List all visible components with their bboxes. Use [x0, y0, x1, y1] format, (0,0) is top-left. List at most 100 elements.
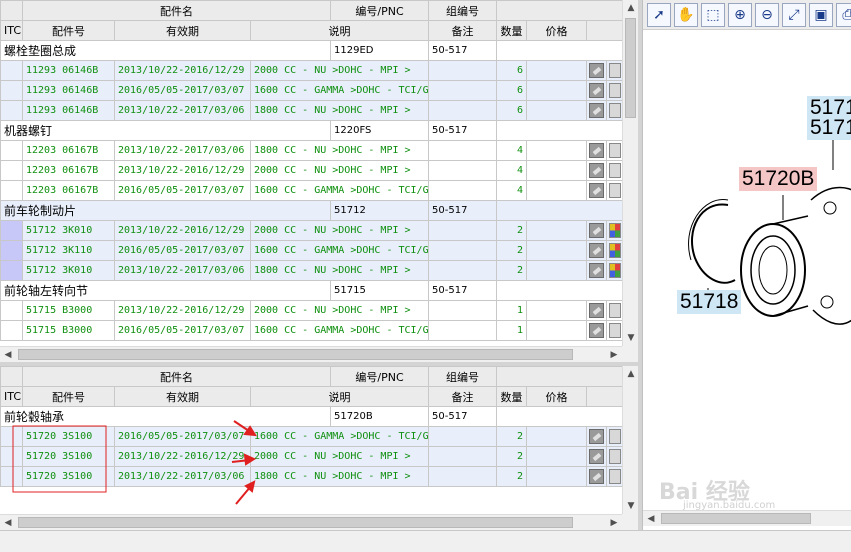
header-remark[interactable]: 备注	[428, 386, 498, 407]
table-row[interactable]: 12203 06167B 2013/10/22-2017/03/06 1800 …	[0, 140, 622, 161]
detail-icon[interactable]	[608, 103, 621, 118]
bottom-horizontal-scrollbar[interactable]: ◀ ▶	[0, 514, 622, 530]
table-row[interactable]: 51712 3K010 2013/10/22-2016/12/29 2000 C…	[0, 220, 622, 241]
part-no-cell[interactable]: 51712 3K010	[22, 260, 115, 281]
print-icon[interactable]: ⎙	[836, 3, 851, 27]
detail-action[interactable]	[606, 300, 622, 321]
header-remark[interactable]: 备注	[428, 20, 498, 41]
edit-action[interactable]	[586, 240, 608, 261]
scroll-right-arrow-icon[interactable]: ▶	[606, 347, 622, 362]
eraser-icon[interactable]	[589, 63, 605, 78]
diagram-horizontal-scrollbar[interactable]: ◀	[643, 510, 851, 526]
detail-icon[interactable]	[608, 449, 621, 464]
detail-icon[interactable]	[608, 163, 621, 178]
table-row[interactable]: 51720 3S100 2013/10/22-2016/12/29 2000 C…	[0, 446, 622, 467]
header-price[interactable]: 价格	[526, 386, 588, 407]
edit-action[interactable]	[586, 260, 608, 281]
part-no-cell[interactable]: 51720 3S100	[22, 446, 115, 467]
table-row[interactable]: 51715 B3000 2013/10/22-2016/12/29 2000 C…	[0, 300, 622, 321]
part-no-cell[interactable]: 11293 06146B	[22, 80, 115, 101]
eraser-icon[interactable]	[589, 469, 605, 484]
header-pnc[interactable]: 编号/PNC	[330, 366, 430, 387]
top-horizontal-scroll-thumb[interactable]	[18, 349, 573, 360]
edit-action[interactable]	[586, 300, 608, 321]
detail-action[interactable]	[606, 466, 622, 487]
edit-action[interactable]	[586, 80, 608, 101]
header-part-name[interactable]: 配件名	[21, 0, 332, 21]
eraser-icon[interactable]	[589, 449, 605, 464]
edit-action[interactable]	[586, 426, 608, 447]
detail-icon[interactable]	[608, 469, 621, 484]
header-group-no[interactable]: 组编号	[428, 0, 498, 21]
steering-knuckle-drawing[interactable]	[810, 186, 851, 325]
scroll-left-arrow-icon[interactable]: ◀	[0, 347, 16, 362]
header-description[interactable]: 说明	[249, 386, 430, 407]
eraser-icon[interactable]	[589, 429, 605, 444]
eraser-icon[interactable]	[589, 163, 605, 178]
color-detail-icon[interactable]	[608, 263, 621, 278]
detail-icon[interactable]	[608, 303, 621, 318]
header-group-no[interactable]: 组编号	[428, 366, 498, 387]
part-no-cell[interactable]: 51715 B3000	[22, 300, 115, 321]
detail-icon[interactable]	[608, 183, 621, 198]
scroll-up-arrow-icon[interactable]: ▲	[623, 0, 638, 16]
detail-icon[interactable]	[608, 323, 621, 338]
table-row[interactable]: 11293 06146B 2016/05/05-2017/03/07 1600 …	[0, 80, 622, 101]
part-no-cell[interactable]: 51712 3K110	[22, 240, 115, 261]
eraser-icon[interactable]	[589, 223, 605, 238]
diagram-scroll-thumb[interactable]	[661, 513, 811, 524]
save-icon[interactable]: ▣	[809, 3, 833, 27]
header-itc[interactable]: ITC	[0, 20, 23, 41]
group-row[interactable]: 前轮毂轴承 51720B 50-517	[0, 406, 622, 427]
group-row[interactable]: 前车轮制动片 51712 50-517	[0, 200, 622, 221]
detail-icon[interactable]	[608, 63, 621, 78]
header-validity[interactable]: 有效期	[114, 20, 251, 41]
top-horizontal-scrollbar[interactable]: ◀ ▶	[0, 346, 622, 362]
callout-label-highlighted[interactable]: 51720B	[739, 167, 818, 191]
eraser-icon[interactable]	[589, 263, 605, 278]
scroll-left-arrow-icon[interactable]: ◀	[643, 511, 659, 527]
table-row[interactable]: 51720 3S100 2013/10/22-2017/03/06 1800 C…	[0, 466, 622, 487]
detail-action[interactable]	[606, 100, 622, 121]
part-no-cell[interactable]: 51712 3K010	[22, 220, 115, 241]
scroll-up-arrow-icon[interactable]: ▲	[623, 366, 638, 382]
detail-action[interactable]	[606, 240, 622, 261]
part-no-cell[interactable]: 51715 B3000	[22, 320, 115, 341]
fit-screen-icon[interactable]: ⤢	[782, 3, 806, 27]
header-validity[interactable]: 有效期	[114, 386, 251, 407]
part-no-cell[interactable]: 11293 06146B	[22, 100, 115, 121]
edit-action[interactable]	[586, 100, 608, 121]
zoom-in-icon[interactable]: ⊕	[728, 3, 752, 27]
header-qty[interactable]: 数量	[496, 20, 528, 41]
detail-action[interactable]	[606, 426, 622, 447]
detail-action[interactable]	[606, 140, 622, 161]
edit-action[interactable]	[586, 320, 608, 341]
group-row[interactable]: 螺栓垫圈总成 1129ED 50-517	[0, 40, 622, 61]
table-row[interactable]: 51720 3S100 2016/05/05-2017/03/07 1600 C…	[0, 426, 622, 447]
header-pnc[interactable]: 编号/PNC	[330, 0, 430, 21]
table-row[interactable]: 51712 3K110 2016/05/05-2017/03/07 1600 C…	[0, 240, 622, 261]
callout-label[interactable]: 51718	[677, 290, 742, 314]
header-description[interactable]: 说明	[249, 20, 430, 41]
eraser-icon[interactable]	[589, 183, 605, 198]
eraser-icon[interactable]	[589, 143, 605, 158]
bottom-horizontal-scroll-thumb[interactable]	[18, 517, 573, 528]
detail-icon[interactable]	[608, 83, 621, 98]
edit-action[interactable]	[586, 466, 608, 487]
group-row[interactable]: 前轮轴左转向节 51715 50-517	[0, 280, 622, 301]
header-itc[interactable]: ITC	[0, 386, 23, 407]
bottom-vertical-scrollbar[interactable]: ▲ ▼	[622, 366, 638, 514]
detail-icon[interactable]	[608, 429, 621, 444]
callout-label[interactable]: 5171	[807, 116, 851, 140]
header-part-no[interactable]: 配件号	[22, 386, 115, 407]
color-detail-icon[interactable]	[608, 223, 621, 238]
table-row[interactable]: 51715 B3000 2016/05/05-2017/03/07 1600 C…	[0, 320, 622, 341]
detail-action[interactable]	[606, 220, 622, 241]
detail-action[interactable]	[606, 320, 622, 341]
part-no-cell[interactable]: 12203 06167B	[22, 140, 115, 161]
detail-action[interactable]	[606, 180, 622, 201]
group-row[interactable]: 机器螺钉 1220FS 50-517	[0, 120, 622, 141]
table-row[interactable]: 51712 3K010 2013/10/22-2017/03/06 1800 C…	[0, 260, 622, 281]
table-row[interactable]: 12203 06167B 2013/10/22-2016/12/29 2000 …	[0, 160, 622, 181]
header-part-name[interactable]: 配件名	[21, 366, 332, 387]
